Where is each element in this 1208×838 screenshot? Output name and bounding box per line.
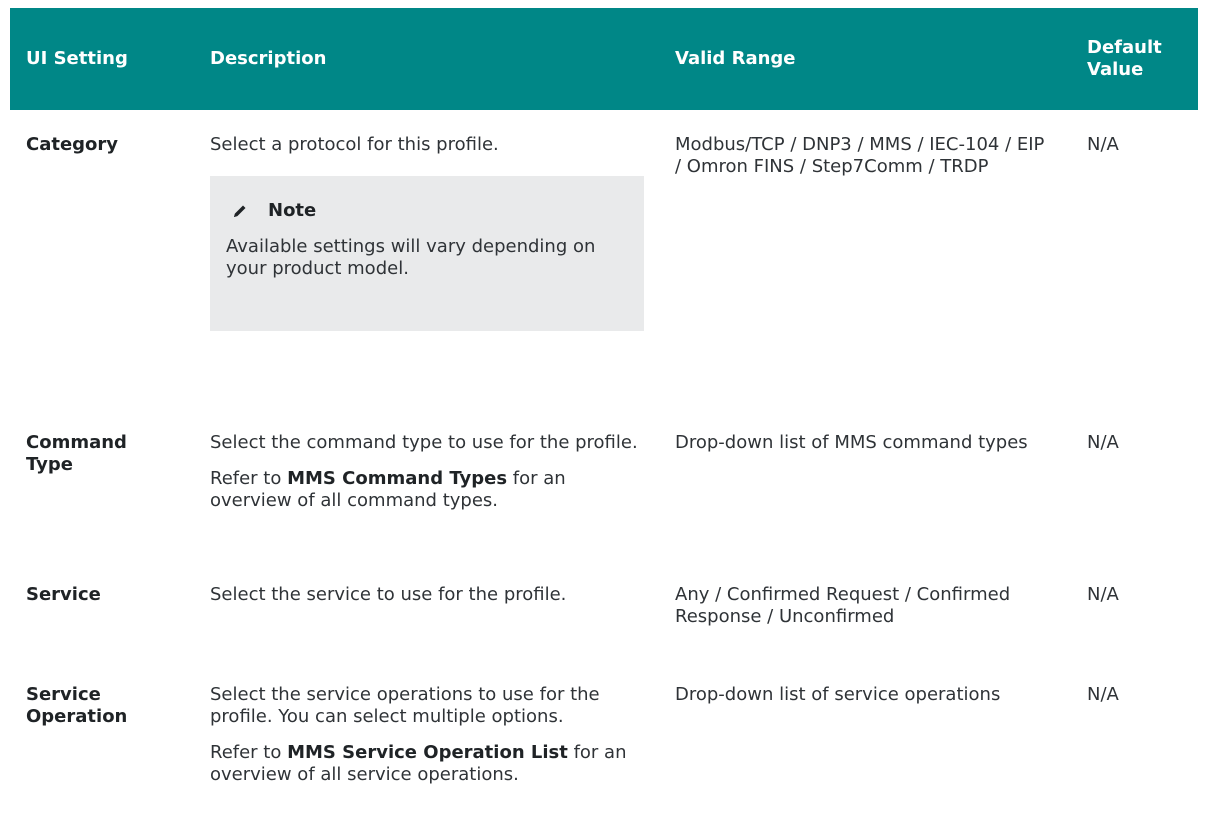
refer-text: Refer to MMS Command Types for an overvi… — [210, 468, 650, 512]
refer-prefix: Refer to — [210, 468, 288, 489]
note-text: Available settings will vary depending o… — [226, 236, 596, 279]
default-value: N/A — [1087, 134, 1119, 155]
description-text: Select the service to use for the profil… — [210, 584, 567, 605]
setting-name: Command Type — [26, 432, 127, 475]
note-box: Note Available settings will vary depend… — [210, 176, 644, 331]
note-title-text: Note — [268, 200, 317, 221]
table-row-service-operation: Service Operation Select the service ope… — [10, 684, 1198, 834]
table-row-category: Category Select a protocol for this prof… — [10, 110, 1198, 412]
header-default-value: Default Value — [1087, 37, 1162, 80]
refer-link[interactable]: MMS Command Types — [287, 468, 507, 489]
settings-table: UI Setting Description Valid Range Defau… — [10, 8, 1198, 834]
valid-range: Any / Confirmed Request / Confirmed Resp… — [675, 584, 1011, 627]
default-value: N/A — [1087, 584, 1119, 605]
setting-description: Select the command type to use for the p… — [210, 432, 650, 526]
refer-link[interactable]: MMS Service Operation List — [287, 742, 568, 763]
setting-description: Select a protocol for this profile. Note… — [210, 134, 660, 331]
refer-prefix: Refer to — [210, 742, 288, 763]
header-description: Description — [210, 48, 327, 69]
refer-text: Refer to MMS Service Operation List for … — [210, 742, 650, 786]
note-title: Note — [226, 200, 628, 222]
description-text: Select a protocol for this profile. — [210, 134, 499, 155]
setting-name: Category — [26, 134, 119, 155]
description-text: Select the command type to use for the p… — [210, 432, 638, 453]
header-ui-setting: UI Setting — [26, 48, 128, 69]
table-header: UI Setting Description Valid Range Defau… — [10, 8, 1198, 110]
setting-name: Service Operation — [26, 684, 128, 727]
setting-description: Select the service operations to use for… — [210, 684, 650, 800]
pencil-icon — [234, 205, 246, 217]
valid-range: Drop-down list of service operations — [675, 684, 1001, 705]
setting-description: Select the service to use for the profil… — [210, 584, 670, 620]
default-value: N/A — [1087, 684, 1119, 705]
valid-range: Modbus/TCP / DNP3 / MMS / IEC-104 / EIP … — [675, 134, 1045, 177]
description-text: Select the service operations to use for… — [210, 684, 600, 727]
table-row-command-type: Command Type Select the command type to … — [10, 412, 1198, 584]
header-valid-range: Valid Range — [675, 48, 796, 69]
table-row-service: Service Select the service to use for th… — [10, 584, 1198, 684]
default-value: N/A — [1087, 432, 1119, 453]
valid-range: Drop-down list of MMS command types — [675, 432, 1028, 453]
setting-name: Service — [26, 584, 101, 605]
